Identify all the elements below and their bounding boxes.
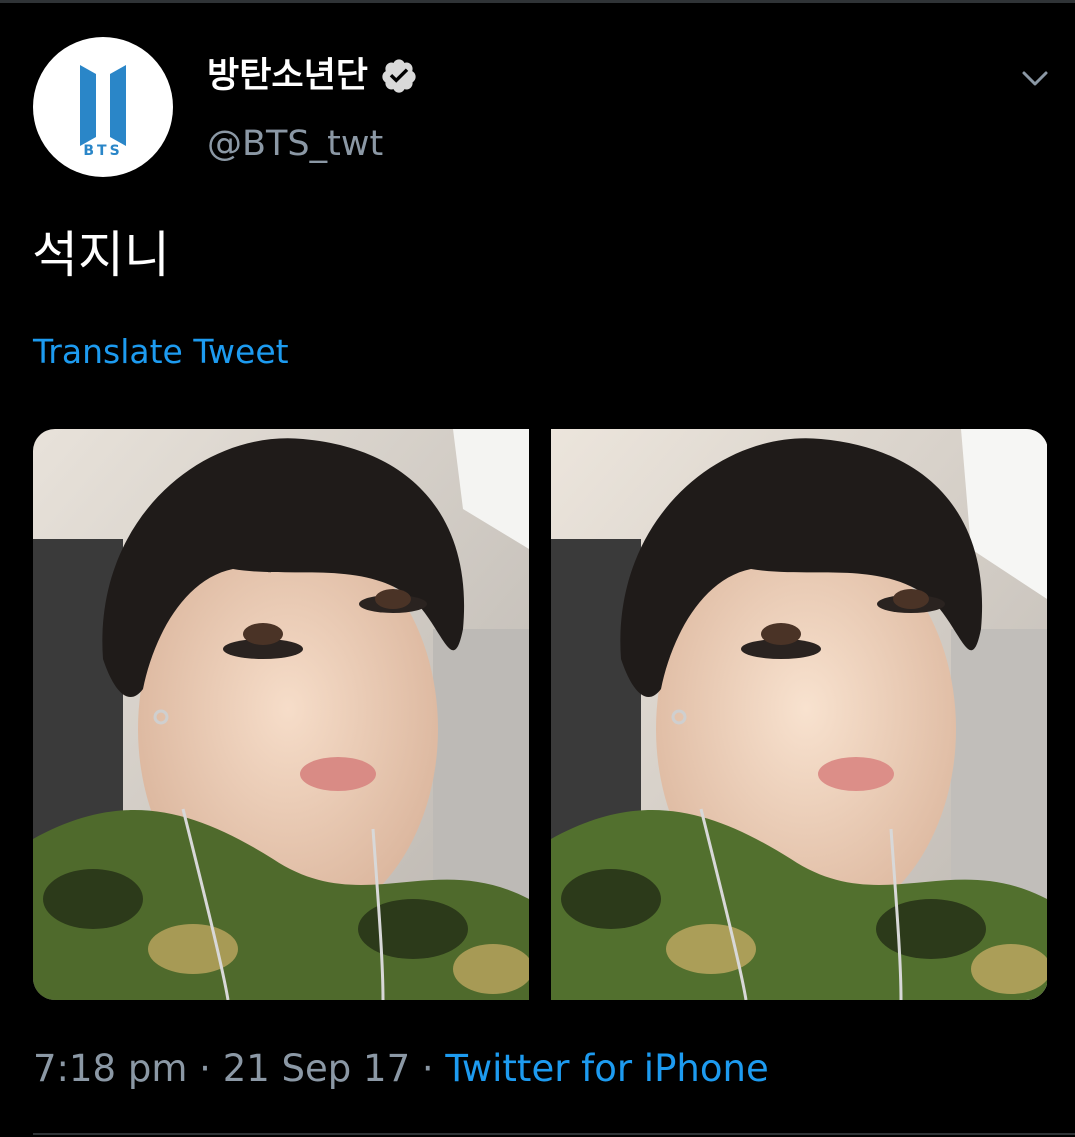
translate-tweet-link[interactable]: Translate Tweet: [33, 330, 289, 374]
avatar[interactable]: BTS: [33, 37, 173, 177]
top-divider: [0, 0, 1075, 3]
media-grid: [33, 429, 1048, 1000]
tweet-source-link[interactable]: Twitter for iPhone: [445, 1047, 768, 1090]
author-handle[interactable]: @BTS_twt: [207, 120, 383, 168]
display-name[interactable]: 방탄소년단: [207, 52, 368, 100]
logo-text: BTS: [83, 143, 122, 159]
verified-badge-icon: [382, 59, 416, 93]
selfie-image: [33, 429, 529, 1000]
photo-2[interactable]: [551, 429, 1047, 1000]
bottom-divider: [33, 1133, 1075, 1135]
selfie-image: [551, 429, 1047, 1000]
photo-1[interactable]: [33, 429, 529, 1000]
tweet-date[interactable]: 21 Sep 17: [223, 1047, 410, 1090]
author-name-row[interactable]: 방탄소년단: [207, 52, 418, 100]
tweet-meta: 7:18 pm · 21 Sep 17 · Twitter for iPhone: [33, 1044, 769, 1094]
chevron-down-icon[interactable]: [1018, 62, 1052, 96]
tweet-time[interactable]: 7:18 pm: [33, 1047, 187, 1090]
tweet-text: 석지니: [32, 226, 170, 284]
bts-logo: BTS: [80, 65, 126, 159]
meta-separator: ·: [199, 1047, 211, 1090]
meta-separator: ·: [421, 1047, 434, 1090]
